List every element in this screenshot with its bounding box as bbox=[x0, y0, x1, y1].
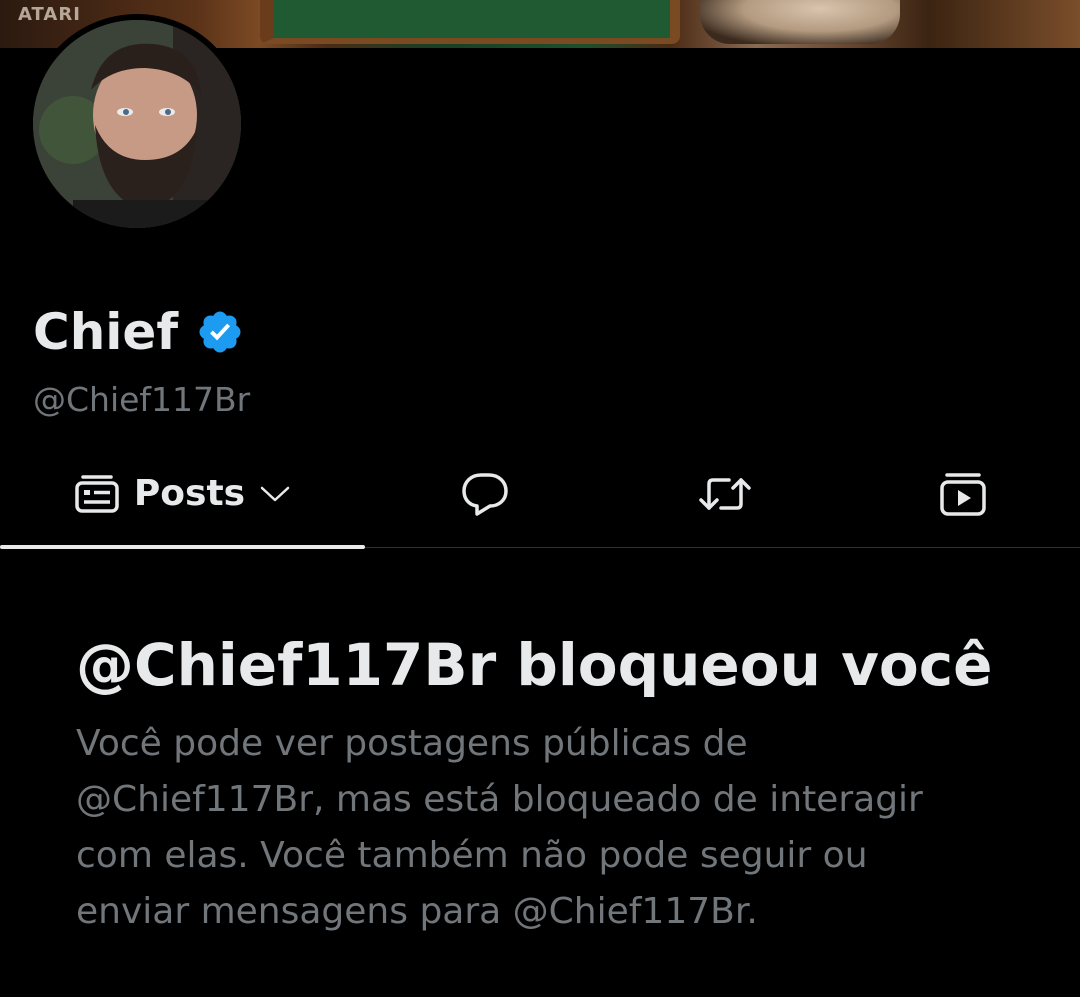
tab-replies[interactable] bbox=[365, 440, 605, 547]
profile-handle: @Chief117Br bbox=[33, 380, 251, 419]
posts-icon bbox=[75, 474, 119, 513]
blocked-title: @Chief117Br bloqueou você bbox=[76, 631, 993, 699]
avatar[interactable] bbox=[27, 14, 247, 234]
tab-media[interactable] bbox=[845, 440, 1080, 547]
verified-badge-icon[interactable] bbox=[196, 308, 244, 356]
repost-icon bbox=[699, 477, 751, 510]
blocked-description: Você pode ver postagens públicas de @Chi… bbox=[76, 723, 923, 932]
avatar-portrait-graphic bbox=[33, 20, 241, 228]
banner-table-graphic bbox=[260, 0, 680, 44]
active-tab-indicator bbox=[0, 545, 365, 549]
banner-person-graphic bbox=[700, 0, 900, 44]
name-row: Chief bbox=[33, 300, 244, 364]
chevron-down-icon[interactable] bbox=[259, 484, 291, 504]
profile-tabs: Posts bbox=[0, 440, 1080, 549]
tab-reposts[interactable] bbox=[605, 440, 845, 547]
profile-page: ATARI Chief @Chief117Br Posts @Chief117B… bbox=[0, 0, 1080, 997]
avatar-image bbox=[33, 20, 241, 228]
tab-posts-label: Posts bbox=[133, 472, 246, 514]
reply-icon bbox=[462, 472, 508, 516]
media-icon bbox=[939, 472, 986, 516]
display-name: Chief bbox=[33, 303, 179, 361]
tab-posts[interactable]: Posts bbox=[0, 440, 365, 549]
